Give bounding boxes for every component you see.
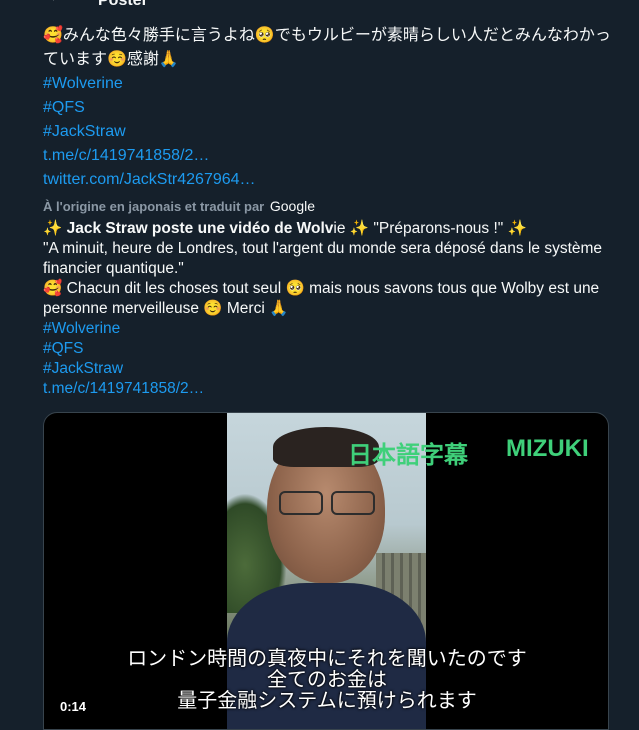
video-subtitles: ロンドン時間の真夜中にそれを聞いたのです 全てのお金は 量子金融システムに預けら… — [44, 648, 608, 712]
fr-hashtag-qfs[interactable]: #QFS — [43, 339, 613, 359]
sparkle-icon: ✨ — [349, 220, 370, 237]
hashtag-wolverine[interactable]: #Wolverine — [43, 72, 613, 96]
smiling-face-icon: ☺️ — [203, 300, 223, 317]
subtitle-line: ロンドン時間の真夜中にそれを聞いたのです — [127, 648, 527, 670]
link-twitter[interactable]: twitter.com/JackStr4267964… — [43, 168, 613, 192]
arrow-left-icon[interactable]: ← — [48, 0, 64, 6]
translated-text: ✨ Jack Straw poste une vidéo de Wolvie ✨… — [43, 219, 613, 399]
post-content: 🥰みんな色々勝手に言うよね🥺でもウルビーが素晴らしい人だとみんなわかっています☺… — [43, 24, 613, 399]
fr-hashtag-wolverine[interactable]: #Wolverine — [43, 319, 613, 339]
glasses — [279, 491, 375, 515]
translated-bold: Jack Straw poste une vidéo de Wolv — [66, 220, 334, 237]
original-text: 🥰みんな色々勝手に言うよね🥺でもウルビーが素晴らしい人だとみんなわかっています☺… — [43, 27, 611, 68]
subtitle-badge-jp: 日本語字幕 — [348, 442, 468, 469]
translation-note: À l'origine en japonais et traduit par G… — [43, 195, 613, 217]
top-bar: ← Poster — [0, 0, 639, 10]
subtitle-line: 量子金融システムに預けられます — [177, 690, 477, 712]
translated-rest: ie — [333, 220, 346, 237]
smiling-hearts-icon: 🥰 — [43, 280, 63, 297]
subtitle-badge-name: MIZUKI — [506, 435, 589, 462]
subtitle-line: 全てのお金は — [267, 669, 387, 691]
sparkle-icon: ✨ — [43, 220, 63, 237]
translated-line-3a: Chacun dit les choses tout seul — [66, 280, 282, 297]
hashtag-qfs[interactable]: #QFS — [43, 96, 613, 120]
fr-hashtag-jackstraw[interactable]: #JackStraw — [43, 359, 613, 379]
sparkle-icon: ✨ — [507, 220, 527, 237]
google-logo[interactable]: Google — [270, 198, 315, 214]
hashtag-jackstraw[interactable]: #JackStraw — [43, 120, 613, 144]
translated-line-3: 🥰 Chacun dit les choses tout seul 🥺 mais… — [43, 279, 613, 319]
video-player[interactable]: 日本語字幕 MIZUKI ロンドン時間の真夜中にそれを聞いたのです 全てのお金は… — [43, 412, 609, 730]
folded-hands-icon: 🙏 — [269, 300, 289, 317]
pleading-face-icon: 🥺 — [285, 280, 305, 297]
page-title: Poster — [98, 0, 148, 9]
link-telegram[interactable]: t.me/c/1419741858/2… — [43, 144, 613, 168]
translated-line-1: ✨ Jack Straw poste une vidéo de Wolvie ✨… — [43, 219, 613, 239]
video-timestamp: 0:14 — [60, 699, 87, 714]
fr-link-telegram[interactable]: t.me/c/1419741858/2… — [43, 379, 613, 399]
translated-quote: "Préparons-nous !" — [373, 220, 504, 237]
translated-line-2: "A minuit, heure de Londres, tout l'arge… — [43, 240, 603, 277]
translation-note-text: À l'origine en japonais et traduit par — [43, 199, 265, 214]
translated-line-3c: Merci — [226, 300, 265, 317]
